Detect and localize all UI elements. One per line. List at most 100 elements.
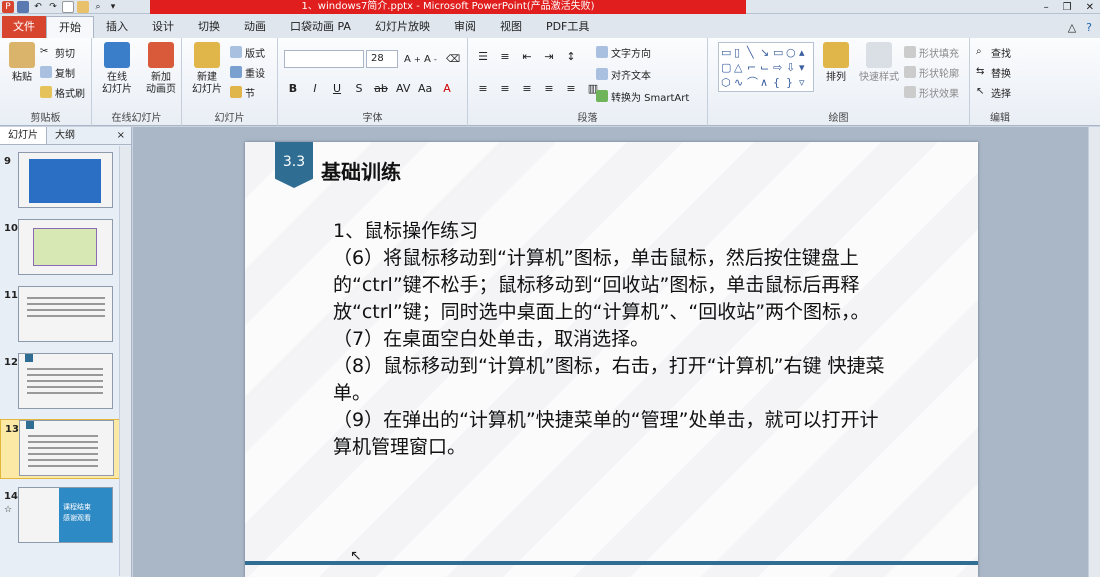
- brace-left-shape-icon[interactable]: {: [773, 75, 786, 90]
- clear-format-icon[interactable]: ⌫: [446, 51, 460, 67]
- more-shapes-icon[interactable]: ▴: [799, 45, 812, 60]
- shape-fill-button[interactable]: 形状填充: [904, 44, 959, 60]
- triangle-shape-icon[interactable]: △: [734, 60, 747, 75]
- grow-font-button[interactable]: A +: [404, 51, 421, 67]
- save-icon[interactable]: [17, 1, 29, 13]
- connector-shape-icon[interactable]: ⌐: [747, 60, 760, 75]
- elbow-shape-icon[interactable]: ⌙: [760, 60, 773, 75]
- numbering-icon[interactable]: ≡: [498, 50, 512, 63]
- replace-button[interactable]: ⇆ 替换: [976, 64, 1011, 80]
- smartart-button[interactable]: 转换为 SmartArt: [596, 88, 689, 104]
- expand-shapes-icon[interactable]: ▿: [799, 75, 812, 90]
- find-button[interactable]: ⌕ 查找: [976, 44, 1011, 60]
- tab-transitions[interactable]: 切换: [186, 16, 232, 38]
- section-button[interactable]: 节: [230, 84, 255, 100]
- help-icon[interactable]: ?: [1086, 21, 1092, 34]
- align-right-icon[interactable]: ≡: [520, 82, 534, 95]
- line-shape-icon[interactable]: ╲: [747, 45, 760, 60]
- online-slides-button[interactable]: 在线 幻灯片: [96, 42, 138, 96]
- slide-body-textbox[interactable]: 1、鼠标操作练习 （6）将鼠标移动到“计算机”图标，单击鼠标，然后按住键盘上的“…: [333, 218, 888, 461]
- font-name-box[interactable]: [284, 50, 364, 68]
- font-size-box[interactable]: 28: [366, 50, 398, 68]
- print-preview-icon[interactable]: ⌕: [92, 1, 104, 13]
- tab-slides[interactable]: 幻灯片: [0, 127, 47, 144]
- slide-thumbnail-12[interactable]: 12: [0, 353, 120, 413]
- new-file-icon[interactable]: [62, 1, 74, 13]
- down-arrow-shape-icon[interactable]: ⇩: [786, 60, 799, 75]
- redo-icon[interactable]: ↷: [47, 1, 59, 13]
- tab-home[interactable]: 开始: [46, 16, 94, 38]
- minimize-button[interactable]: –: [1044, 2, 1049, 13]
- curve-shape-icon[interactable]: ∿: [734, 75, 747, 90]
- textbox-shape-icon[interactable]: ▭: [721, 45, 734, 60]
- shadow-button[interactable]: S: [352, 82, 366, 95]
- bold-button[interactable]: B: [286, 82, 300, 95]
- new-animation-page-button[interactable]: 新加 动画页: [140, 42, 182, 96]
- select-button[interactable]: ↖ 选择: [976, 84, 1011, 100]
- slide-thumbnail-13-selected[interactable]: 13: [0, 419, 120, 479]
- paste-button[interactable]: 粘贴: [4, 42, 40, 84]
- hexagon-shape-icon[interactable]: ⬡: [721, 75, 734, 90]
- editor-scrollbar[interactable]: [1088, 127, 1100, 577]
- roundrect-shape-icon[interactable]: ▢: [721, 60, 734, 75]
- layout-button[interactable]: 版式: [230, 44, 265, 60]
- copy-button[interactable]: 复制: [40, 64, 75, 80]
- tab-pocket-animation[interactable]: 口袋动画 PA: [278, 16, 363, 38]
- slide-thumbnail-11[interactable]: 11: [0, 286, 120, 346]
- reset-button[interactable]: 重设: [230, 64, 265, 80]
- distribute-icon[interactable]: ≡: [564, 82, 578, 95]
- underline-button[interactable]: U: [330, 82, 344, 95]
- italic-button[interactable]: I: [308, 82, 322, 95]
- char-spacing-button[interactable]: AV: [396, 82, 410, 95]
- current-slide[interactable]: 3.3 基础训练 1、鼠标操作练习 （6）将鼠标移动到“计算机”图标，单击鼠标，…: [245, 142, 978, 577]
- vtextbox-shape-icon[interactable]: ▯: [734, 45, 747, 60]
- bullets-icon[interactable]: ☰: [476, 50, 490, 63]
- shape-outline-button[interactable]: 形状轮廓: [904, 64, 959, 80]
- slides-pane-scrollbar[interactable]: [119, 146, 131, 576]
- slide-thumbnail-9[interactable]: 9: [0, 152, 120, 212]
- align-text-button[interactable]: 对齐文本: [596, 66, 651, 82]
- change-case-button[interactable]: Aa: [418, 82, 432, 95]
- cut-button[interactable]: ✂ 剪切: [40, 44, 75, 60]
- scroll-shapes-icon[interactable]: ▾: [799, 60, 812, 75]
- align-center-icon[interactable]: ≡: [498, 82, 512, 95]
- tab-file[interactable]: 文件: [2, 16, 46, 38]
- slide-thumbnail-14[interactable]: 14 ☆ 课程结束 感谢观看: [0, 487, 120, 547]
- text-direction-button[interactable]: 文字方向: [596, 44, 651, 60]
- minimize-ribbon-icon[interactable]: △: [1068, 21, 1076, 34]
- new-slide-button[interactable]: 新建 幻灯片: [186, 42, 228, 96]
- shapes-gallery[interactable]: ▭ ▯ ╲ ↘ ▭ ○ ▴ ▢ △ ⌐ ⌙ ⇨ ⇩ ▾ ⬡ ∿ ⌒ ∧{} ▿: [718, 42, 814, 92]
- open-folder-icon[interactable]: [77, 1, 89, 13]
- undo-icon[interactable]: ↶: [32, 1, 44, 13]
- restore-button[interactable]: ❐: [1063, 2, 1072, 13]
- wave-shape-icon[interactable]: ∧: [760, 75, 773, 90]
- shape-effects-button[interactable]: 形状效果: [904, 84, 959, 100]
- quick-styles-button[interactable]: 快速样式: [856, 42, 902, 84]
- justify-icon[interactable]: ≡: [542, 82, 556, 95]
- tab-pdf-tools[interactable]: PDF工具: [534, 16, 601, 38]
- rect-shape-icon[interactable]: ▭: [773, 45, 786, 60]
- tab-review[interactable]: 审阅: [442, 16, 488, 38]
- tab-insert[interactable]: 插入: [94, 16, 140, 38]
- oval-shape-icon[interactable]: ○: [786, 45, 799, 60]
- font-color-button[interactable]: A: [440, 82, 454, 95]
- arrange-button[interactable]: 排列: [820, 42, 852, 84]
- arc-shape-icon[interactable]: ⌒: [747, 75, 760, 90]
- format-painter-button[interactable]: 格式刷: [40, 84, 85, 100]
- decrease-indent-icon[interactable]: ⇤: [520, 50, 534, 63]
- tab-animations[interactable]: 动画: [232, 16, 278, 38]
- strikethrough-button[interactable]: ab: [374, 82, 388, 95]
- tab-design[interactable]: 设计: [140, 16, 186, 38]
- tab-outline[interactable]: 大纲: [47, 127, 83, 144]
- increase-indent-icon[interactable]: ⇥: [542, 50, 556, 63]
- close-pane-icon[interactable]: ×: [117, 127, 131, 144]
- slide-title[interactable]: 基础训练: [321, 156, 401, 185]
- shrink-font-button[interactable]: A-: [424, 51, 437, 67]
- app-icon[interactable]: P: [2, 1, 14, 13]
- close-button[interactable]: ✕: [1086, 2, 1094, 13]
- line-spacing-icon[interactable]: ↕: [564, 50, 578, 63]
- tab-slideshow[interactable]: 幻灯片放映: [363, 16, 442, 38]
- slide-thumbnail-10[interactable]: 10: [0, 219, 120, 279]
- align-left-icon[interactable]: ≡: [476, 82, 490, 95]
- right-arrow-shape-icon[interactable]: ⇨: [773, 60, 786, 75]
